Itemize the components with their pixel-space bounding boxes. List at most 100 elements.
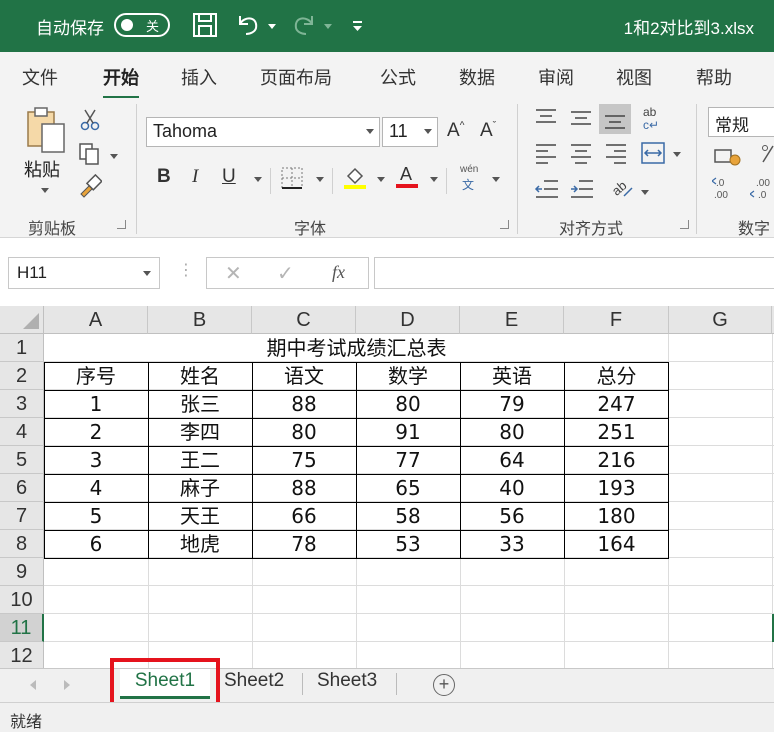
enter-icon[interactable]: ✓ — [277, 261, 294, 286]
data-cell[interactable]: 65 — [356, 474, 460, 502]
tab-data[interactable]: 数据 — [459, 64, 495, 90]
data-cell[interactable]: 77 — [356, 446, 460, 474]
row-header-9[interactable]: 9 — [0, 558, 44, 586]
autosave-toggle[interactable]: 关 — [114, 13, 170, 37]
phonetic-dropdown-icon[interactable] — [492, 177, 500, 182]
font-launcher-icon[interactable] — [500, 220, 509, 229]
data-cell[interactable]: 4 — [44, 474, 148, 502]
increase-decimal-icon[interactable]: .0 .00 — [712, 176, 740, 202]
formula-bar-grip-icon[interactable]: ⋮ — [178, 260, 194, 280]
data-cell[interactable]: 164 — [564, 530, 669, 558]
column-header-f[interactable]: F — [564, 306, 669, 334]
data-cell[interactable]: 40 — [460, 474, 564, 502]
font-name-select[interactable]: Tahoma — [146, 117, 380, 147]
formula-input[interactable] — [374, 257, 774, 289]
data-cell[interactable]: 80 — [356, 390, 460, 418]
font-size-select[interactable]: 11 — [382, 117, 438, 147]
tab-file[interactable]: 文件 — [22, 64, 58, 90]
row-header-5[interactable]: 5 — [0, 446, 44, 474]
align-top-icon[interactable] — [534, 106, 558, 128]
data-cell[interactable]: 2 — [44, 418, 148, 446]
column-header-b[interactable]: B — [148, 306, 252, 334]
undo-icon[interactable] — [234, 10, 262, 40]
data-cell[interactable]: 91 — [356, 418, 460, 446]
orientation-icon[interactable]: ab — [610, 174, 636, 202]
header-cell[interactable]: 姓名 — [148, 362, 252, 390]
sheet-tab-sheet3[interactable]: Sheet3 — [309, 669, 385, 699]
header-cell[interactable]: 数学 — [356, 362, 460, 390]
font-color-dropdown-icon[interactable] — [430, 177, 438, 182]
fill-color-dropdown-icon[interactable] — [377, 177, 385, 182]
data-cell[interactable]: 56 — [460, 502, 564, 530]
data-cell[interactable]: 247 — [564, 390, 669, 418]
row-header-12[interactable]: 12 — [0, 642, 44, 668]
column-header-c[interactable]: C — [252, 306, 356, 334]
scroll-sheets-left-icon[interactable] — [30, 680, 36, 690]
decrease-font-size-icon[interactable]: Aˇ — [480, 120, 496, 142]
redo-dropdown-icon[interactable] — [324, 24, 332, 29]
bold-button[interactable]: B — [157, 166, 171, 188]
row-header-11[interactable]: 11 — [0, 614, 44, 642]
paste-label[interactable]: 粘贴 — [24, 156, 60, 182]
italic-button[interactable]: I — [192, 166, 198, 188]
header-cell[interactable]: 序号 — [44, 362, 148, 390]
increase-indent-icon[interactable] — [569, 178, 595, 200]
data-cell[interactable]: 216 — [564, 446, 669, 474]
clipboard-launcher-icon[interactable] — [117, 220, 126, 229]
tab-page-layout[interactable]: 页面布局 — [260, 64, 332, 90]
tab-home[interactable]: 开始 — [103, 64, 139, 99]
tab-view[interactable]: 视图 — [616, 64, 652, 90]
data-cell[interactable]: 193 — [564, 474, 669, 502]
font-color-icon[interactable]: A — [394, 162, 420, 190]
row-header-4[interactable]: 4 — [0, 418, 44, 446]
underline-button[interactable]: U — [222, 166, 236, 188]
row-header-10[interactable]: 10 — [0, 586, 44, 614]
number-format-select[interactable]: 常规 — [708, 107, 774, 137]
add-sheet-icon[interactable]: + — [433, 674, 455, 696]
data-cell[interactable]: 80 — [460, 418, 564, 446]
row-header-7[interactable]: 7 — [0, 502, 44, 530]
format-painter-icon[interactable] — [78, 174, 102, 198]
data-cell[interactable]: 3 — [44, 446, 148, 474]
column-header-e[interactable]: E — [460, 306, 564, 334]
paste-dropdown-icon[interactable] — [41, 188, 49, 193]
data-cell[interactable]: 6 — [44, 530, 148, 558]
data-cell[interactable]: 麻子 — [148, 474, 252, 502]
data-cell[interactable]: 王二 — [148, 446, 252, 474]
paste-icon[interactable] — [24, 106, 68, 156]
copy-icon[interactable] — [78, 142, 104, 166]
column-header-d[interactable]: D — [356, 306, 460, 334]
data-cell[interactable]: 李四 — [148, 418, 252, 446]
header-cell[interactable]: 英语 — [460, 362, 564, 390]
tab-formulas[interactable]: 公式 — [380, 64, 416, 90]
phonetic-guide-icon[interactable]: 文 — [462, 176, 474, 193]
data-cell[interactable]: 天王 — [148, 502, 252, 530]
underline-dropdown-icon[interactable] — [254, 177, 262, 182]
data-cell[interactable]: 251 — [564, 418, 669, 446]
row-header-1[interactable]: 1 — [0, 334, 44, 362]
data-cell[interactable]: 80 — [252, 418, 356, 446]
merge-dropdown-icon[interactable] — [673, 152, 681, 157]
tab-insert[interactable]: 插入 — [181, 64, 217, 90]
data-cell[interactable]: 75 — [252, 446, 356, 474]
data-cell[interactable]: 88 — [252, 474, 356, 502]
worksheet-grid[interactable]: A B C D E F G 1 2 3 4 5 6 7 8 9 10 11 12… — [0, 306, 774, 668]
data-cell[interactable]: 88 — [252, 390, 356, 418]
data-cell[interactable]: 66 — [252, 502, 356, 530]
decrease-decimal-icon[interactable]: .00 .0 — [750, 176, 774, 202]
header-cell[interactable]: 总分 — [564, 362, 669, 390]
data-cell[interactable]: 地虎 — [148, 530, 252, 558]
data-cell[interactable]: 64 — [460, 446, 564, 474]
copy-dropdown-icon[interactable] — [110, 154, 118, 159]
select-all-button[interactable] — [0, 306, 44, 334]
row-header-2[interactable]: 2 — [0, 362, 44, 390]
increase-font-size-icon[interactable]: A^ — [447, 120, 464, 142]
column-header-g[interactable]: G — [669, 306, 772, 334]
percent-style-icon[interactable] — [761, 142, 774, 166]
row-header-3[interactable]: 3 — [0, 390, 44, 418]
orientation-dropdown-icon[interactable] — [641, 190, 649, 195]
align-bottom-icon[interactable] — [603, 108, 627, 130]
align-middle-icon[interactable] — [569, 106, 593, 128]
tab-help[interactable]: 帮助 — [696, 64, 732, 90]
borders-icon[interactable] — [280, 166, 306, 190]
